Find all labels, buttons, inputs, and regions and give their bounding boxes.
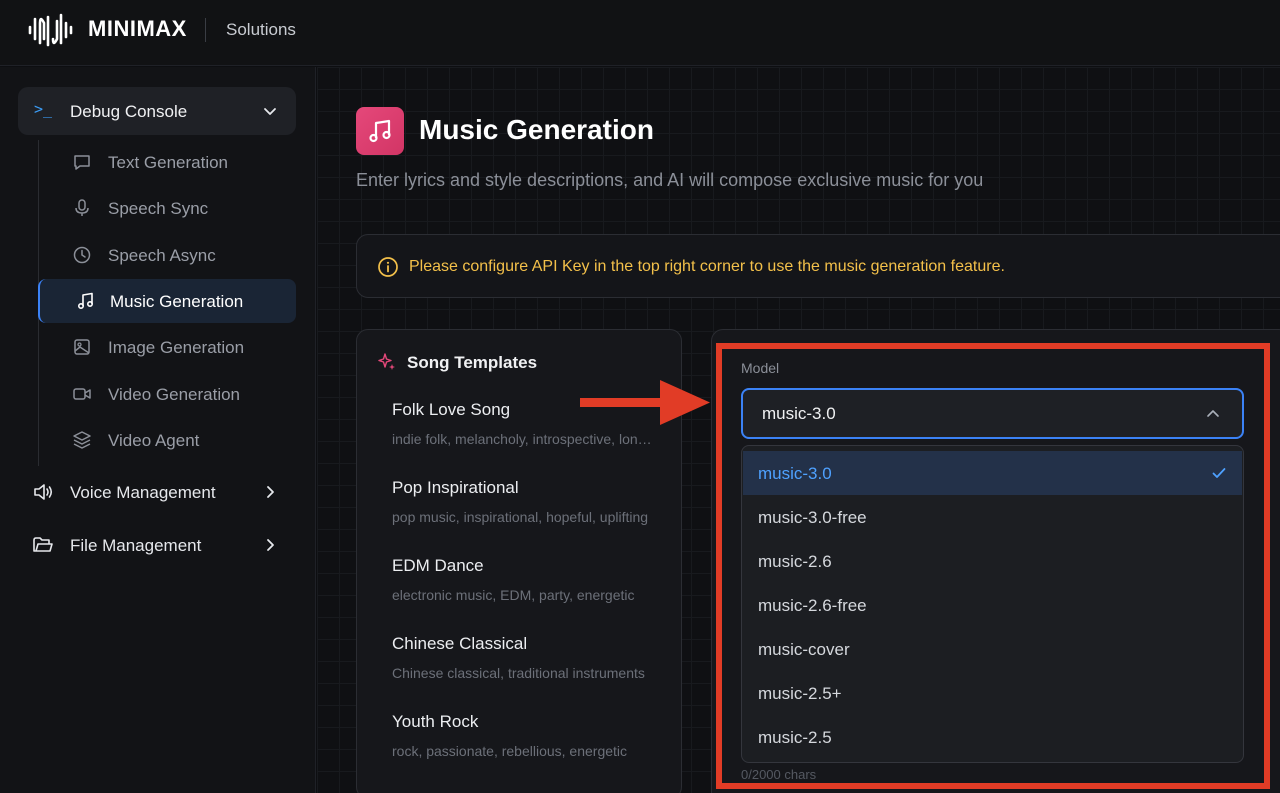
folder-icon	[33, 537, 53, 552]
template-name: Pop Inspirational	[392, 478, 519, 497]
terminal-icon: >_	[34, 100, 53, 118]
api-key-alert: Please configure API Key in the top righ…	[356, 234, 1280, 298]
chevron-down-icon	[264, 108, 276, 115]
song-templates-title: Song Templates	[407, 353, 538, 372]
sidebar-section-label: File Management	[70, 536, 202, 555]
sidebar-item-speech-async[interactable]: Speech Async	[38, 233, 296, 277]
sidebar-item-label: Video Generation	[108, 385, 241, 404]
sidebar-section-file-management[interactable]: File Management	[18, 523, 296, 567]
sidebar-item-music-generation[interactable]: Music Generation	[38, 279, 296, 323]
annotation-arrow-icon	[580, 380, 710, 425]
sidebar-item-speech-sync[interactable]: Speech Sync	[38, 186, 296, 230]
template-item[interactable]: Chinese Classical Chinese classical, tra…	[392, 634, 662, 694]
image-icon	[74, 339, 90, 355]
brand-divider	[205, 18, 206, 42]
speaker-icon	[34, 484, 53, 500]
chevron-right-icon	[267, 539, 274, 551]
template-desc: Chinese classical, traditional instrumen…	[392, 665, 645, 681]
page-title: Music Generation	[419, 114, 654, 145]
music-badge	[356, 107, 404, 155]
music-note-icon	[369, 119, 391, 143]
minimax-logo-icon[interactable]	[28, 11, 74, 49]
template-item[interactable]: Pop Inspirational pop music, inspiration…	[392, 478, 662, 538]
top-bar: MINIMAX Solutions	[0, 0, 1280, 66]
sidebar-item-video-agent[interactable]: Video Agent	[38, 418, 296, 462]
info-icon	[378, 257, 398, 277]
annotation-highlight-box	[716, 343, 1270, 789]
sidebar-item-text-generation[interactable]: Text Generation	[38, 140, 296, 184]
template-name: Youth Rock	[392, 712, 479, 731]
microphone-icon	[75, 199, 89, 216]
music-note-icon	[77, 292, 94, 310]
sparkles-icon	[378, 353, 395, 370]
template-item[interactable]: Youth Rock rock, passionate, rebellious,…	[392, 712, 662, 772]
sidebar: >_ Debug Console Text Generation Speech …	[0, 67, 316, 793]
solutions-label[interactable]: Solutions	[226, 20, 296, 40]
layers-icon	[73, 431, 91, 449]
template-desc: electronic music, EDM, party, energetic	[392, 587, 635, 603]
chevron-right-icon	[267, 486, 274, 498]
sidebar-item-label: Speech Async	[108, 246, 216, 265]
sidebar-item-label: Video Agent	[108, 431, 200, 450]
brand-name[interactable]: MINIMAX	[88, 16, 187, 42]
sidebar-item-label: Image Generation	[108, 338, 245, 357]
template-name: Folk Love Song	[392, 400, 511, 419]
sidebar-section-label: Voice Management	[70, 483, 216, 502]
clock-icon	[73, 246, 91, 264]
sidebar-item-image-generation[interactable]: Image Generation	[38, 325, 296, 369]
template-desc: pop music, inspirational, hopeful, uplif…	[392, 509, 649, 525]
sidebar-item-label: Music Generation	[110, 292, 244, 311]
template-name: EDM Dance	[392, 556, 484, 575]
alert-text: Please configure API Key in the top righ…	[409, 258, 1005, 275]
page-subtitle: Enter lyrics and style descriptions, and…	[356, 170, 984, 190]
video-camera-icon	[73, 388, 91, 400]
template-desc: rock, passionate, rebellious, energetic	[392, 743, 628, 759]
sidebar-section-voice-management[interactable]: Voice Management	[18, 470, 296, 514]
message-square-icon	[74, 155, 90, 170]
sidebar-item-video-generation[interactable]: Video Generation	[38, 372, 296, 416]
debug-console-toggle[interactable]: >_ Debug Console	[18, 87, 296, 135]
sidebar-item-label: Speech Sync	[108, 199, 209, 218]
template-item[interactable]: EDM Dance electronic music, EDM, party, …	[392, 556, 662, 616]
debug-console-label: Debug Console	[70, 102, 188, 121]
template-name: Chinese Classical	[392, 634, 528, 653]
template-desc: indie folk, melancholy, introspective, l…	[392, 431, 657, 447]
sidebar-item-label: Text Generation	[108, 153, 229, 172]
